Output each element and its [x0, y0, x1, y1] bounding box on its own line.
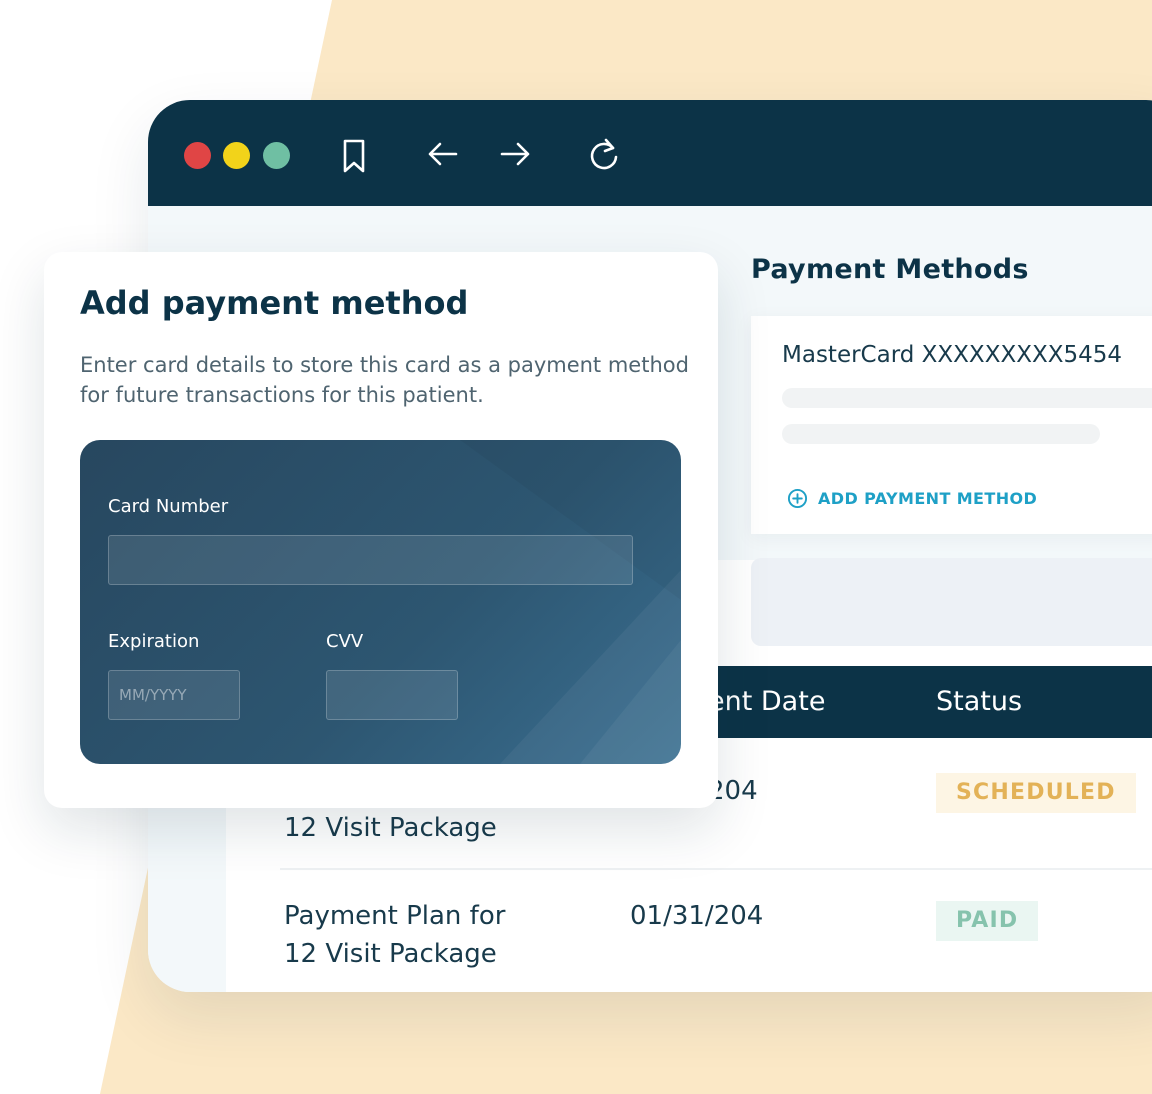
column-header-date: ent Date — [708, 686, 826, 717]
card-number-input[interactable] — [108, 535, 633, 585]
card-form: Card Number Expiration CVV — [80, 440, 681, 764]
add-payment-method-modal: Add payment method Enter card details to… — [44, 252, 718, 808]
expiration-label: Expiration — [108, 631, 200, 652]
add-payment-method-link[interactable]: ADD PAYMENT METHOD — [787, 486, 1037, 510]
row-2-date: 01/31/204 — [630, 901, 764, 931]
placeholder-line — [782, 388, 1152, 408]
status-badge-paid: PAID — [936, 901, 1039, 941]
card-number-label: Card Number — [108, 496, 229, 517]
placeholder-line — [782, 424, 1100, 444]
column-header-status: Status — [936, 686, 1023, 717]
reload-icon[interactable] — [584, 136, 624, 176]
cvv-input[interactable] — [326, 670, 458, 720]
saved-card-name: MasterCard XXXXXXXXX5454 — [782, 342, 1123, 368]
modal-description: Enter card details to store this card as… — [80, 353, 689, 407]
row-2-plan: Payment Plan for 12 Visit Package — [284, 901, 506, 969]
payment-method-card: MasterCard XXXXXXXXX5454 ADD PAYMENT MET… — [751, 316, 1152, 534]
close-dot[interactable] — [184, 142, 211, 169]
add-payment-method-label: ADD PAYMENT METHOD — [818, 488, 1038, 508]
row-1-plan: 12 Visit Package — [284, 813, 497, 843]
forward-arrow-icon[interactable] — [496, 136, 536, 176]
payment-methods-title: Payment Methods — [751, 254, 1029, 285]
modal-title: Add payment method — [80, 284, 469, 322]
back-arrow-icon[interactable] — [422, 136, 462, 176]
status-badge-scheduled: SCHEDULED — [936, 773, 1136, 813]
bookmark-icon[interactable] — [334, 136, 374, 176]
maximize-dot[interactable] — [263, 142, 290, 169]
placeholder-bar — [751, 558, 1152, 646]
expiration-input[interactable] — [108, 670, 240, 720]
minimize-dot[interactable] — [223, 142, 250, 169]
cvv-label: CVV — [326, 631, 364, 652]
row-divider — [280, 868, 1152, 870]
table-header: ent Date Status — [708, 666, 1152, 738]
plus-circle-icon — [787, 488, 808, 508]
browser-toolbar — [148, 100, 1152, 206]
